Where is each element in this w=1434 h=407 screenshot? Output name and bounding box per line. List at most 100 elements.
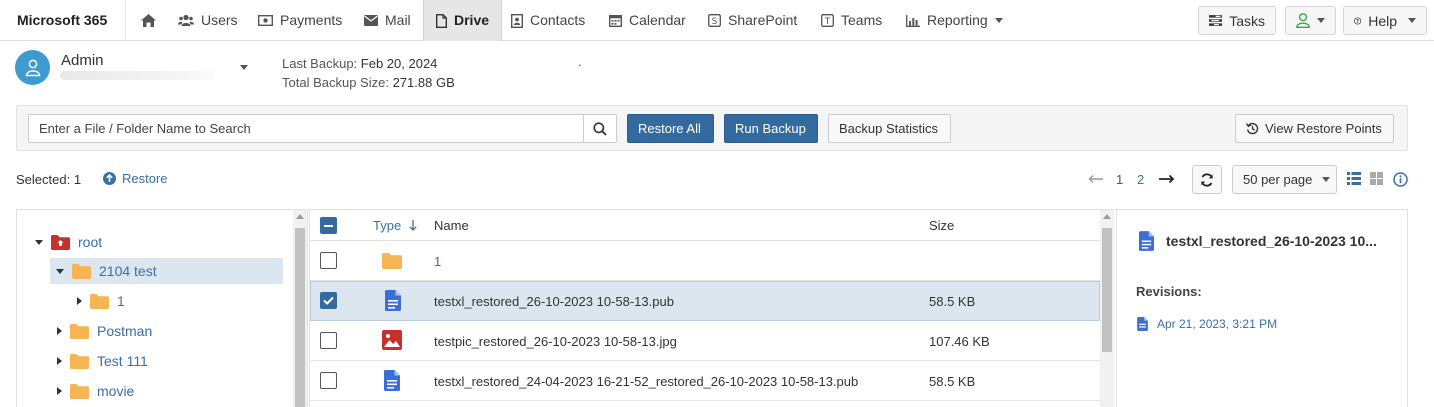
table-row[interactable]: 1: [310, 241, 1100, 281]
pager-page-2[interactable]: 2: [1137, 168, 1144, 190]
expand-caret-icon[interactable]: [35, 239, 43, 245]
nav-label-reporting: Reporting: [927, 12, 988, 28]
help-label: Help: [1368, 12, 1397, 29]
user-menu-button[interactable]: [1285, 6, 1336, 35]
tree-item-2104-test[interactable]: 2104 test: [50, 258, 283, 284]
row-size: 58.5 KB: [929, 294, 976, 309]
tree-item-root[interactable]: root: [35, 229, 102, 255]
details-file-name: testxl_restored_26-10-2023 10...: [1166, 233, 1377, 249]
tree-item-postman[interactable]: Postman: [57, 318, 152, 344]
folder-icon: [72, 263, 91, 279]
table-row[interactable]: testxl_restored_24-04-2023 16-21-52_rest…: [310, 361, 1100, 401]
row-checkbox[interactable]: [320, 332, 337, 349]
account-dropdown-chevron-down-icon[interactable]: [240, 65, 248, 70]
folder-icon: [382, 253, 402, 269]
scroll-thumb[interactable]: [295, 228, 305, 407]
nav-label-contacts: Contacts: [530, 12, 586, 28]
collapse-caret-icon[interactable]: [57, 387, 62, 395]
tree-item-test-111[interactable]: Test 111: [57, 348, 148, 374]
document-icon: [1137, 317, 1148, 331]
help-button[interactable]: ? Help: [1343, 6, 1427, 35]
user-icon: [1296, 13, 1310, 28]
view-restore-points-button[interactable]: View Restore Points: [1235, 114, 1394, 143]
revision-link[interactable]: Apr 21, 2023, 3:21 PM: [1137, 317, 1277, 331]
chevron-down-icon: [1322, 177, 1331, 182]
grid-view-icon[interactable]: [1370, 172, 1383, 185]
row-name[interactable]: testxl_restored_24-04-2023 16-21-52_rest…: [434, 374, 858, 389]
per-page-select[interactable]: 50 per page: [1232, 165, 1337, 194]
select-all-checkbox[interactable]: [320, 217, 337, 234]
search-input[interactable]: [28, 114, 584, 143]
nav-item-payments[interactable]: Payments: [258, 0, 342, 41]
refresh-icon: [1201, 172, 1213, 187]
collapse-caret-icon[interactable]: [57, 357, 62, 365]
chevron-down-icon: [994, 18, 1003, 23]
scroll-thumb[interactable]: [1102, 228, 1112, 352]
scroll-up-arrow-icon[interactable]: [296, 214, 304, 219]
table-scrollbar[interactable]: [1100, 210, 1114, 407]
nav-item-sharepoint[interactable]: S SharePoint: [708, 0, 797, 41]
top-nav: Microsoft 365 Users Payments Mail Drive …: [0, 0, 1434, 41]
tree-item-1[interactable]: 1: [77, 288, 125, 314]
name-column-header[interactable]: Name: [434, 218, 469, 233]
folder-tree: root 2104 test 1 Postman Test 111 movie: [16, 209, 308, 407]
list-view-icon[interactable]: [1347, 172, 1361, 185]
calendar-icon: [609, 15, 622, 27]
nav-item-calendar[interactable]: Calendar: [609, 0, 686, 41]
tasks-icon: [1209, 15, 1223, 26]
table-row[interactable]: testpic_restored_26-10-2023 10-58-13.jpg…: [310, 321, 1100, 361]
sharepoint-icon: S: [708, 14, 721, 27]
expand-caret-icon[interactable]: [56, 268, 64, 274]
home-nav-item[interactable]: [140, 0, 157, 41]
pager-prev-arrow-icon[interactable]: [1088, 168, 1104, 190]
tree-label: root: [78, 234, 103, 250]
tasks-button[interactable]: Tasks: [1198, 6, 1276, 35]
app-title[interactable]: Microsoft 365: [0, 0, 126, 41]
tree-scrollbar[interactable]: [293, 210, 307, 407]
account-name[interactable]: Admin: [61, 52, 104, 69]
row-name[interactable]: 1: [434, 254, 441, 269]
tree-label: 1: [117, 293, 125, 309]
refresh-button[interactable]: [1192, 165, 1222, 194]
row-name[interactable]: testxl_restored_26-10-2023 10-58-13.pub: [434, 294, 674, 309]
pager-page-1[interactable]: 1: [1116, 168, 1123, 190]
folder-icon: [90, 293, 109, 309]
history-icon: [1246, 122, 1259, 135]
pager-next-arrow-icon[interactable]: [1158, 168, 1175, 190]
size-column-header[interactable]: Size: [929, 218, 954, 233]
run-backup-button[interactable]: Run Backup: [724, 114, 818, 143]
row-name[interactable]: testpic_restored_26-10-2023 10-58-13.jpg: [434, 334, 677, 349]
nav-item-contacts[interactable]: Contacts: [511, 0, 585, 41]
avatar[interactable]: [15, 50, 50, 85]
sort-down-arrow-icon: [409, 220, 417, 231]
action-toolbar: Restore All Run Backup Backup Statistics…: [16, 105, 1408, 151]
backup-statistics-button[interactable]: Backup Statistics: [828, 114, 951, 143]
nav-label-calendar: Calendar: [629, 12, 686, 28]
tree-label: Postman: [97, 323, 153, 339]
last-backup-label: Last Backup:: [282, 56, 358, 71]
row-checkbox[interactable]: [320, 292, 337, 309]
row-checkbox[interactable]: [320, 252, 337, 269]
nav-label-users: Users: [201, 12, 238, 28]
info-icon[interactable]: [1393, 172, 1408, 187]
scroll-up-arrow-icon[interactable]: [1103, 214, 1111, 219]
tree-label: 2104 test: [99, 263, 157, 279]
type-column-header[interactable]: Type: [373, 218, 417, 233]
tree-item-movie[interactable]: movie: [57, 378, 134, 404]
nav-label-drive: Drive: [454, 12, 490, 28]
chevron-down-icon: [1408, 18, 1416, 23]
nav-item-mail[interactable]: Mail: [364, 0, 411, 41]
nav-item-users[interactable]: Users: [178, 0, 238, 41]
collapse-caret-icon[interactable]: [77, 297, 82, 305]
nav-item-reporting[interactable]: Reporting: [906, 0, 1003, 41]
nav-item-teams[interactable]: T Teams: [821, 0, 882, 41]
home-icon: [141, 14, 156, 27]
restore-all-button[interactable]: Restore All: [627, 114, 714, 143]
table-row[interactable]: testxl_restored_26-10-2023 10-58-13.pub …: [310, 281, 1100, 321]
search-button[interactable]: [583, 114, 617, 143]
nav-item-drive[interactable]: Drive: [423, 0, 503, 41]
collapse-caret-icon[interactable]: [57, 327, 62, 335]
row-size: 107.46 KB: [929, 334, 990, 349]
restore-link[interactable]: Restore: [103, 171, 168, 186]
row-checkbox[interactable]: [320, 372, 337, 389]
